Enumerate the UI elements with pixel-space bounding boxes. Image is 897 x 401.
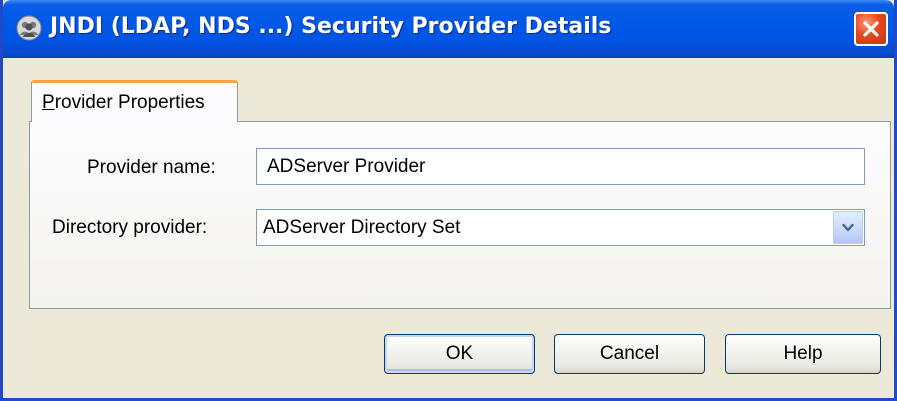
provider-name-input[interactable]	[256, 148, 865, 185]
close-button[interactable]	[854, 12, 888, 46]
dropdown-button[interactable]	[833, 211, 863, 244]
user-group-icon	[16, 15, 42, 41]
provider-name-label: Provider name:	[87, 157, 216, 178]
help-button[interactable]: Help	[725, 334, 881, 374]
directory-provider-select[interactable]: ADServer Directory Set	[256, 209, 865, 246]
dialog-window: JNDI (LDAP, NDS ...) Security Provider D…	[0, 0, 897, 401]
tab-label-text: rovider Properties	[54, 92, 205, 113]
window-title: JNDI (LDAP, NDS ...) Security Provider D…	[50, 14, 612, 39]
cancel-button[interactable]: Cancel	[554, 334, 705, 374]
directory-provider-label: Directory provider:	[52, 217, 208, 238]
title-bar[interactable]: JNDI (LDAP, NDS ...) Security Provider D…	[3, 0, 894, 58]
tab-provider-properties[interactable]: Provider Properties	[31, 80, 238, 122]
ok-button[interactable]: OK	[384, 334, 535, 374]
tab-label: Provider Properties	[42, 92, 205, 114]
tab-label-mnemonic: P	[42, 92, 55, 113]
directory-provider-value: ADServer Directory Set	[263, 217, 461, 238]
